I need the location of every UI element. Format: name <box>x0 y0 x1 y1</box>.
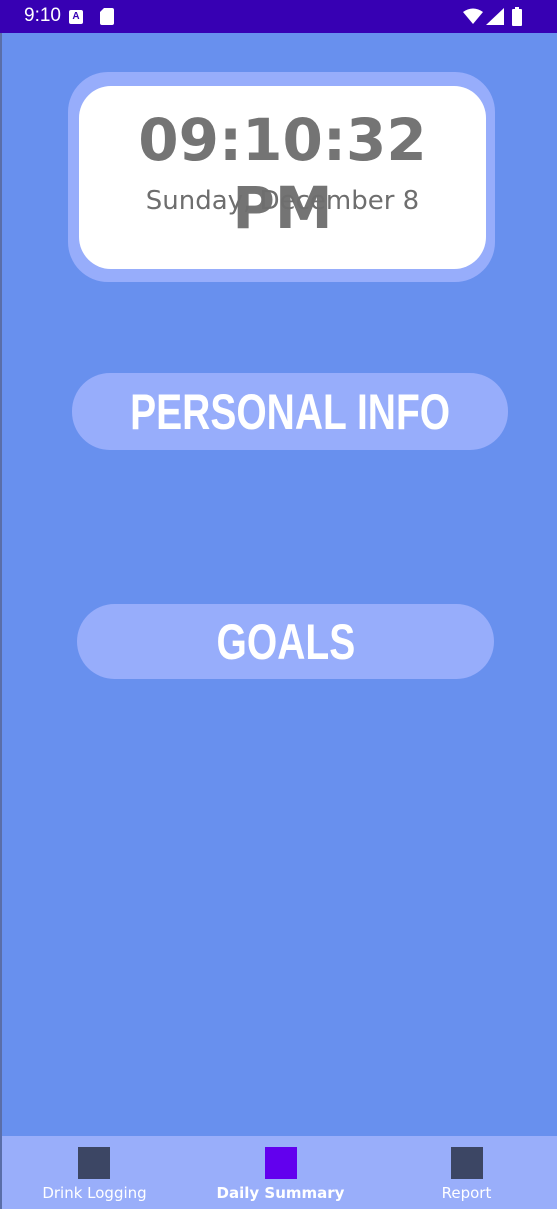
clock-card: 09:10:32 PM Sunday, December 8 <box>79 86 486 269</box>
nav-item-report[interactable]: Report <box>374 1136 557 1209</box>
goals-label: GOALS <box>216 613 355 670</box>
signal-icon <box>486 8 504 25</box>
wifi-icon <box>463 8 483 24</box>
sd-card-icon <box>100 8 114 25</box>
left-edge-divider <box>0 33 2 1209</box>
goals-button[interactable]: GOALS <box>77 604 494 679</box>
bottom-navigation: Drink Logging Daily Summary Report <box>2 1136 557 1209</box>
a-notification-icon: A <box>69 10 83 24</box>
daily-summary-icon <box>265 1147 297 1179</box>
nav-item-drink-logging[interactable]: Drink Logging <box>2 1136 187 1209</box>
clock-time: 09:10:32 PM <box>138 106 427 242</box>
personal-info-button[interactable]: PERSONAL INFO <box>72 373 508 450</box>
report-icon <box>451 1147 483 1179</box>
nav-label-drink-logging: Drink Logging <box>42 1184 147 1202</box>
nav-label-report: Report <box>441 1184 492 1202</box>
personal-info-label: PERSONAL INFO <box>130 383 450 440</box>
status-time: 9:10 <box>24 5 61 26</box>
nav-label-daily-summary: Daily Summary <box>216 1184 345 1202</box>
clock-date: Sunday, December 8 <box>145 186 420 216</box>
nav-item-daily-summary[interactable]: Daily Summary <box>188 1136 373 1209</box>
status-bar: 9:10 A <box>0 0 557 33</box>
battery-icon <box>512 7 522 26</box>
drink-logging-icon <box>78 1147 110 1179</box>
